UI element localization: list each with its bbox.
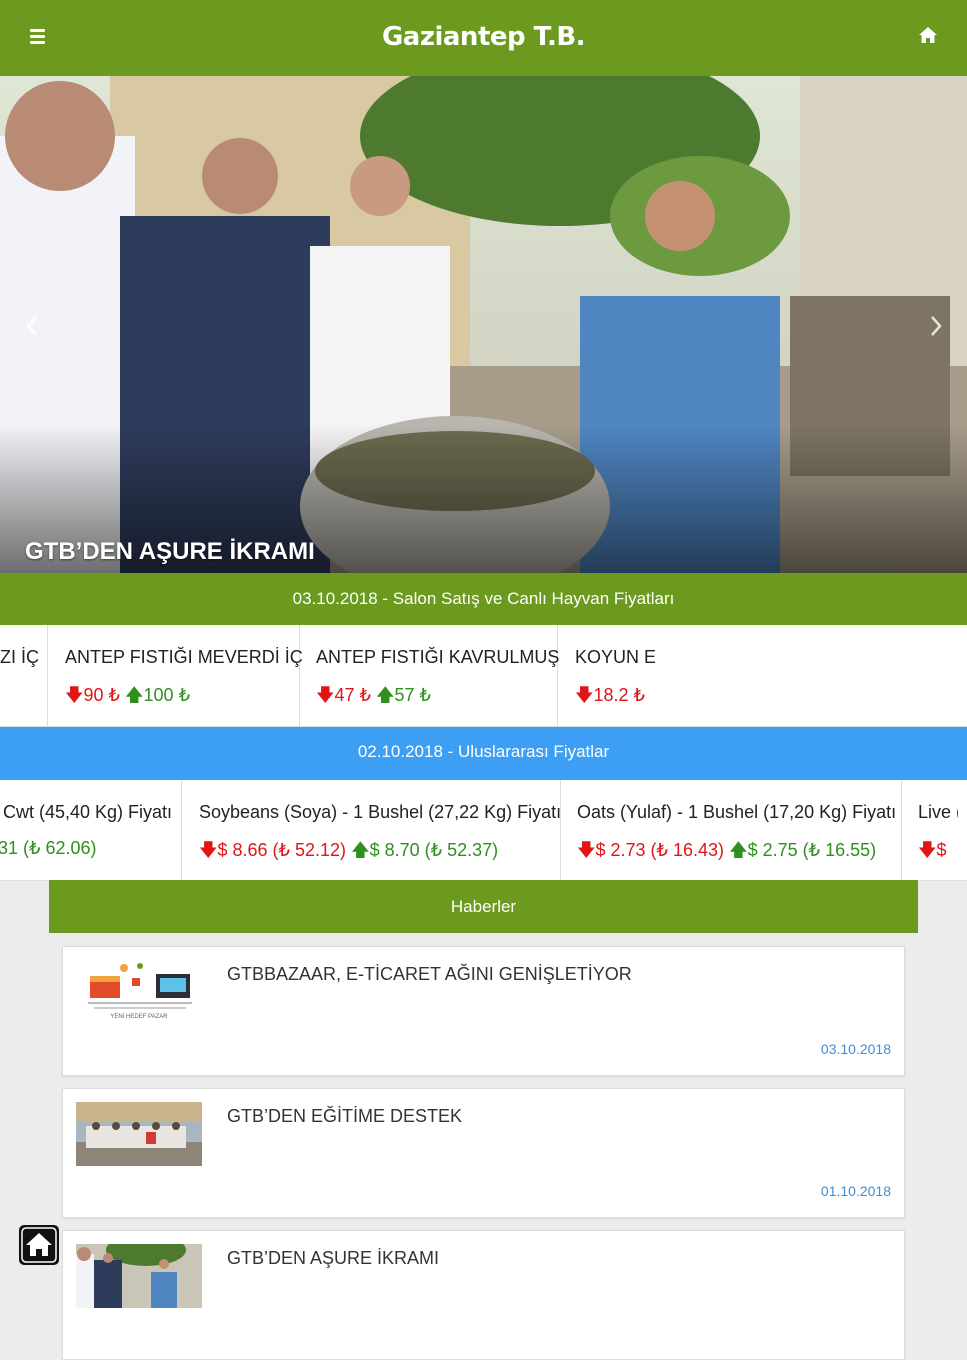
app-header: Gaziantep T.B. <box>0 0 967 76</box>
price-name: Oats (Yulaf) - 1 Bushel (17,20 Kg) Fiyat… <box>577 802 897 822</box>
news-thumbnail <box>76 1244 202 1308</box>
price-name: ANTEP FISTIĞI MEVERDİ İÇ <box>65 647 303 667</box>
local-prices-ticker[interactable]: ZI İÇ ANTEP FISTIĞI MEVERDİ İÇ 🡇90 ₺ 🡅10… <box>0 625 967 727</box>
arrow-up-icon: 🡅 <box>729 840 748 860</box>
news-thumbnail <box>76 1102 202 1166</box>
arrow-down-icon: 🡇 <box>65 685 84 705</box>
price-high: 100 ₺ <box>143 685 191 705</box>
news-title: GTB’DEN AŞURE İKRAMI <box>227 1248 440 1268</box>
price-item: ANTEP FISTIĞI KAVRULMUŞ 🡇47 ₺ 🡅57 ₺ <box>300 625 560 726</box>
price-item: KOYUN EF 🡇18.2 ₺ <box>558 625 655 726</box>
home-icon <box>21 1227 57 1263</box>
price-low: 47 ₺ <box>334 685 371 705</box>
price-name: Live ( <box>918 802 958 822</box>
arrow-up-icon: 🡅 <box>351 840 370 860</box>
price-item: Live ( 🡇$ <box>902 780 958 880</box>
price-name: Soybeans (Soya) - 1 Bushel (27,22 Kg) Fi… <box>199 802 562 822</box>
price-low: 18.2 ₺ <box>593 685 646 705</box>
arrow-down-icon: 🡇 <box>199 840 218 860</box>
arrow-down-icon: 🡇 <box>918 840 937 860</box>
slider-next-arrow[interactable] <box>920 306 950 346</box>
news-date: 01.10.2018 <box>820 1183 891 1199</box>
price-item: Oats (Yulaf) - 1 Bushel (17,20 Kg) Fiyat… <box>561 780 902 880</box>
price-high: .31 (₺ 62.06) <box>0 838 97 858</box>
price-name: ANTEP FISTIĞI KAVRULMUŞ <box>316 647 560 667</box>
home-icon[interactable] <box>918 26 940 48</box>
price-name: ZI İÇ <box>0 647 39 667</box>
price-item: ZI İÇ <box>0 625 48 726</box>
news-item[interactable]: GTB’DEN AŞURE İKRAMI <box>62 1230 905 1360</box>
price-high: $ 2.75 (₺ 16.55) <box>747 840 877 860</box>
price-low: 90 ₺ <box>83 685 120 705</box>
price-high: 57 ₺ <box>394 685 432 705</box>
price-item: Cwt (45,40 Kg) Fiyatı .31 (₺ 62.06) <box>0 780 182 880</box>
intl-prices-ticker[interactable]: Cwt (45,40 Kg) Fiyatı .31 (₺ 62.06) Soyb… <box>0 780 967 881</box>
price-high: $ 8.70 (₺ 52.37) <box>369 840 499 860</box>
arrow-up-icon: 🡅 <box>125 685 144 705</box>
app-title: Gaziantep T.B. <box>381 22 586 52</box>
local-prices-header: 03.10.2018 - Salon Satış ve Canlı Hayvan… <box>0 573 967 625</box>
price-name: Cwt (45,40 Kg) Fiyatı <box>3 802 173 822</box>
news-date: 03.10.2018 <box>820 1041 891 1057</box>
news-section-header: Haberler <box>49 880 918 933</box>
price-low: $ 2.73 (₺ 16.43) <box>595 840 725 860</box>
arrow-down-icon: 🡇 <box>575 685 594 705</box>
price-item: Soybeans (Soya) - 1 Bushel (27,22 Kg) Fi… <box>182 780 561 880</box>
price-low: $ <box>936 840 947 860</box>
floating-home-button[interactable] <box>19 1225 59 1265</box>
price-item: ANTEP FISTIĞI MEVERDİ İÇ 🡇90 ₺ 🡅100 ₺ <box>48 625 303 726</box>
price-low: $ 8.66 (₺ 52.12) <box>217 840 347 860</box>
slider-prev-arrow[interactable] <box>18 306 48 346</box>
news-thumbnail-caption: YENİ HEDEF PAZAR <box>110 1014 168 1020</box>
image-slider[interactable] <box>0 76 967 573</box>
arrow-down-icon: 🡇 <box>316 685 335 705</box>
news-title: GTBBAZAAR, E-TİCARET AĞINI GENİŞLETİYOR <box>227 964 632 984</box>
arrow-up-icon: 🡅 <box>376 685 395 705</box>
intl-prices-header: 02.10.2018 - Uluslararası Fiyatlar <box>0 727 967 780</box>
slide-caption: GTB’DEN AŞURE İKRAMI <box>25 538 315 565</box>
news-item[interactable]: YENİ HEDEF PAZAR GTBBAZAAR, E-TİCARET AĞ… <box>62 946 905 1076</box>
news-item[interactable]: GTB’DEN EĞİTİME DESTEK 01.10.2018 <box>62 1088 905 1218</box>
slide-photo <box>0 76 967 573</box>
price-name: KOYUN EF <box>575 647 655 667</box>
news-title: GTB’DEN EĞİTİME DESTEK <box>227 1106 463 1126</box>
arrow-down-icon: 🡇 <box>577 840 596 860</box>
news-thumbnail: YENİ HEDEF PAZAR <box>76 960 202 1024</box>
